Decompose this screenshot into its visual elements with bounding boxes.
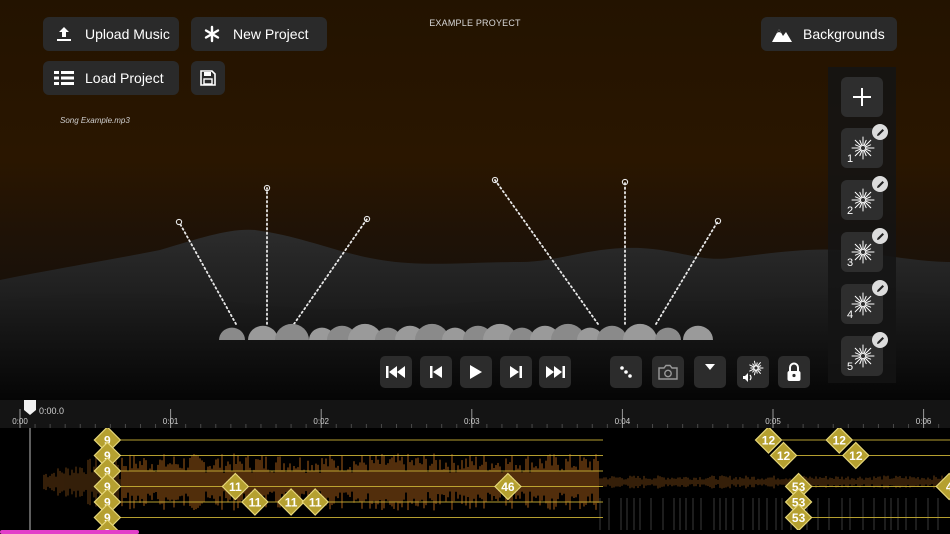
stage-preview[interactable]: EXAMPLE PROYECT Upload Music New Project… <box>0 0 950 400</box>
svg-text:11: 11 <box>249 496 262 510</box>
project-title: EXAMPLE PROYECT <box>429 18 521 28</box>
effects-panel: 1 2 3 4 5 <box>828 67 896 383</box>
pencil-icon[interactable] <box>872 280 888 296</box>
camera-icon <box>658 364 678 380</box>
effect-slot-5[interactable]: 5 <box>841 332 888 376</box>
save-button[interactable] <box>191 61 225 95</box>
effect-slot-number: 2 <box>847 205 854 217</box>
previous-icon <box>430 366 442 378</box>
ruler-tick-label: 0:05 <box>765 417 781 426</box>
timeline[interactable]: 0:00 0:01 0:02 0:03 0:04 0:05 0:06 0:00.0 9999… <box>0 400 950 534</box>
playback-progress-bar <box>0 530 139 534</box>
firework-burst-icon <box>851 344 875 368</box>
play-icon <box>470 365 482 379</box>
effect-marker[interactable]: 4 <box>935 472 950 501</box>
song-file-name: Song Example.mp3 <box>60 116 130 125</box>
firework-sound-button[interactable] <box>737 356 769 388</box>
ruler-tick-label: 0:04 <box>614 417 631 426</box>
effect-marker[interactable]: 53 <box>784 503 813 531</box>
backgrounds-button[interactable]: Backgrounds <box>761 17 897 51</box>
upload-music-button[interactable]: Upload Music <box>43 17 179 51</box>
ruler-tick-label: 0:06 <box>915 417 932 426</box>
svg-text:46: 46 <box>501 480 515 494</box>
effect-slot-2[interactable]: 2 <box>841 176 888 220</box>
pencil-icon[interactable] <box>872 332 888 348</box>
new-project-button[interactable]: New Project <box>191 17 327 51</box>
svg-text:4: 4 <box>946 480 950 494</box>
svg-text:12: 12 <box>833 434 847 448</box>
playhead-time: 0:00.0 <box>39 406 65 416</box>
pencil-icon[interactable] <box>872 228 888 244</box>
dots-diagonal-icon <box>620 366 632 378</box>
svg-text:12: 12 <box>849 449 863 463</box>
effect-slot-number: 4 <box>847 309 854 321</box>
audio-waveform <box>43 453 949 530</box>
svg-text:11: 11 <box>285 496 298 510</box>
svg-text:11: 11 <box>309 496 322 510</box>
add-effect-button[interactable] <box>841 77 883 117</box>
effect-marker[interactable]: 46 <box>494 472 522 501</box>
svg-text:12: 12 <box>762 434 776 448</box>
save-icon <box>200 70 216 86</box>
upload-music-label: Upload Music <box>85 26 170 42</box>
load-project-button[interactable]: Load Project <box>43 61 179 95</box>
firework-sound-icon <box>743 360 764 382</box>
firework-burst-icon <box>851 292 875 316</box>
effect-slot-number: 3 <box>847 257 854 269</box>
svg-text:12: 12 <box>777 449 791 463</box>
asterisk-icon <box>201 23 223 45</box>
mountain-icon <box>771 23 793 45</box>
ruler-tick-label: 0:00 <box>12 417 28 426</box>
firework-burst-icon <box>851 188 875 212</box>
ruler-tick-label: 0:03 <box>464 417 480 426</box>
effect-slot-1[interactable]: 1 <box>841 124 888 168</box>
load-project-label: Load Project <box>85 70 164 86</box>
play-button[interactable] <box>460 356 492 388</box>
svg-text:53: 53 <box>792 511 806 525</box>
tracks-area[interactable]: 99999991111111146121253535312124 <box>0 428 950 530</box>
skip-to-end-button[interactable] <box>539 356 571 388</box>
connect-points-button[interactable] <box>610 356 642 388</box>
scene-canvas <box>0 176 950 400</box>
ruler-tick-label: 0:01 <box>162 417 179 426</box>
firework-burst-icon <box>851 136 875 160</box>
pencil-icon[interactable] <box>872 124 888 140</box>
playhead-handle[interactable] <box>23 400 37 416</box>
plus-icon <box>853 88 871 106</box>
upload-icon <box>53 23 75 45</box>
timeline-ruler[interactable]: 0:00 0:01 0:02 0:03 0:04 0:05 0:06 0:00.0 <box>0 400 950 428</box>
camera-button[interactable] <box>652 356 684 388</box>
previous-button[interactable] <box>420 356 452 388</box>
lock-icon <box>787 362 801 381</box>
firework-burst-icon <box>851 240 875 264</box>
lock-button[interactable] <box>778 356 810 388</box>
backgrounds-label: Backgrounds <box>803 26 885 42</box>
list-icon <box>53 67 75 89</box>
skip-back-icon <box>386 366 405 378</box>
skip-to-start-button[interactable] <box>380 356 412 388</box>
dropdown-button[interactable] <box>694 356 726 388</box>
effect-marker[interactable]: 12 <box>841 441 870 470</box>
new-project-label: New Project <box>233 26 309 42</box>
effect-slot-number: 5 <box>847 361 854 373</box>
skip-forward-icon <box>546 366 565 378</box>
effect-slot-3[interactable]: 3 <box>841 228 888 272</box>
effect-slot-4[interactable]: 4 <box>841 280 888 324</box>
caret-down-icon <box>705 364 715 370</box>
next-icon <box>510 366 522 378</box>
pencil-icon[interactable] <box>872 176 888 192</box>
ruler-tick-label: 0:02 <box>313 417 329 426</box>
svg-text:11: 11 <box>229 480 242 494</box>
next-button[interactable] <box>500 356 532 388</box>
effect-slot-number: 1 <box>847 153 854 165</box>
